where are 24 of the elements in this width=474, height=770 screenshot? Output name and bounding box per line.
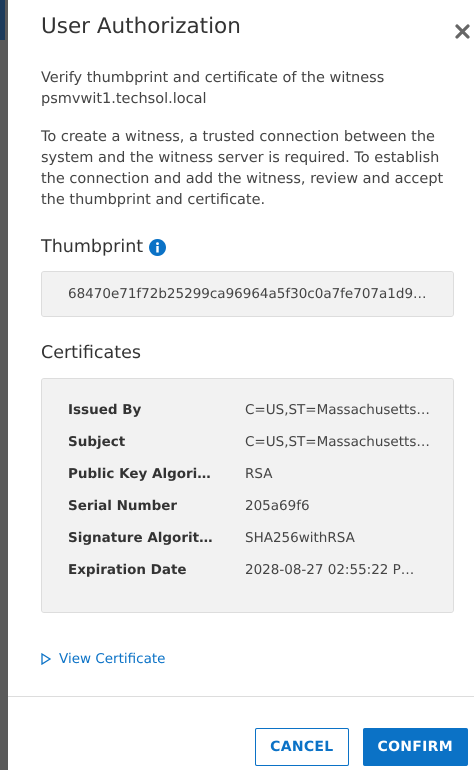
field-label: Signature Algorit… — [68, 530, 214, 546]
caret-icon[interactable] — [41, 653, 51, 665]
cancel-button[interactable]: CANCEL — [255, 728, 349, 766]
field-label: Subject — [68, 434, 126, 450]
field-label: Public Key Algori… — [68, 466, 212, 482]
field-label: Issued By — [68, 402, 142, 418]
field-value: 205a69f6 — [245, 498, 311, 514]
subtitle: Verify thumbprint and certificate of the witness psmvwit1.techsol.local — [41, 69, 386, 109]
field-value: C=US,ST=Massachusetts… — [245, 402, 431, 418]
section-heading: Thumbprint — [41, 237, 144, 257]
confirm-button[interactable]: CONFIRM — [362, 728, 468, 766]
view-certificate-link[interactable]: View Certificate — [59, 651, 166, 667]
close-icon[interactable] — [455, 24, 470, 39]
description: To create a witness, a trusted connection between the system and the witness server is required. To establish the connection and add the witness, review and accept the thumbprint and certificate. — [41, 128, 444, 210]
dialog-title: User Authorization — [41, 14, 241, 39]
field-label: Expiration Date — [68, 562, 188, 578]
field-value: SHA256withRSA — [245, 530, 356, 546]
field-value: 2028-08-27 02:55:22 P… — [245, 562, 416, 578]
field-label: Serial Number — [68, 498, 178, 514]
field-value: C=US,ST=Massachusetts… — [245, 434, 431, 450]
info-icon[interactable] — [149, 238, 166, 256]
field-value: RSA — [245, 466, 274, 482]
section-heading: Certificates — [41, 343, 142, 363]
thumbprint-field: 68470e71f72b25299ca96964a5f30c0a7fe707a1d9… — [41, 271, 454, 317]
